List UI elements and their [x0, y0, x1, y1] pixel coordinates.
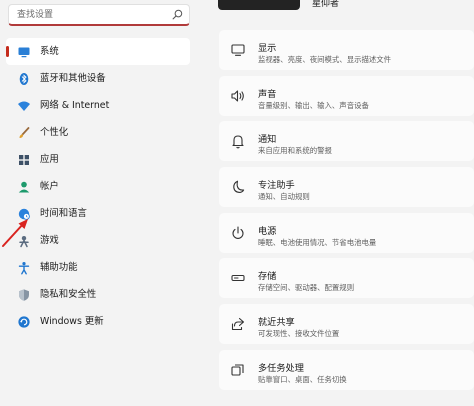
shield-icon [17, 288, 31, 302]
settings-card-sound[interactable]: 声音 音量级别、输出、输入、声音设备 [219, 75, 474, 116]
card-description: 通知、自动规则 [258, 192, 310, 202]
apps-icon [17, 153, 31, 167]
settings-card-notifications[interactable]: 通知 来自应用和系统的警报 [219, 121, 474, 162]
sidebar-item-label: 网络 & Internet [40, 99, 110, 111]
user-name: 星仰者 [312, 0, 340, 9]
bell-icon [230, 133, 246, 149]
card-title: 声音 [258, 88, 277, 100]
card-description: 来自应用和系统的警报 [258, 146, 332, 156]
settings-window: 星仰者 系统 蓝牙和其他设备 [0, 0, 474, 406]
multitask-icon [230, 362, 246, 378]
sidebar-nav: 系统 蓝牙和其他设备 网络 & Internet 个性化 应用 帐户 时间和语言… [0, 38, 200, 335]
system-settings-list: 显示 监视器、亮度、夜间模式、显示描述文件 声音 音量级别、输出、输入、声音设备… [219, 30, 474, 396]
settings-card-focus-assist[interactable]: 专注助手 通知、自动规则 [219, 167, 474, 208]
card-description: 音量级别、输出、输入、声音设备 [258, 100, 369, 110]
search-icon[interactable] [172, 9, 183, 20]
card-description: 可发现性、接收文件位置 [258, 329, 340, 339]
display-icon [230, 42, 246, 58]
speaker-icon [230, 88, 246, 104]
sidebar-item-accounts[interactable]: 帐户 [0, 173, 200, 200]
wifi-icon [17, 99, 31, 113]
brush-icon [17, 126, 31, 140]
sidebar-item-system[interactable]: 系统 [6, 38, 190, 65]
card-title: 通知 [258, 134, 277, 146]
card-title: 显示 [258, 43, 277, 54]
card-description: 贴靠窗口、桌面、任务切换 [258, 374, 347, 384]
monitor-icon [17, 45, 31, 59]
sidebar-item-label: 隐私和安全性 [40, 288, 97, 300]
moon-icon [230, 179, 246, 195]
annotation-arrow-icon [2, 219, 28, 247]
windows-update-icon [17, 315, 31, 329]
accessibility-icon [17, 261, 31, 275]
settings-card-power[interactable]: 电源 睡眠、电池使用情况、节省电池电量 [219, 212, 474, 253]
sidebar-item-bluetooth-devices[interactable]: 蓝牙和其他设备 [0, 65, 200, 92]
power-icon [230, 225, 246, 241]
card-title: 存储 [258, 271, 277, 283]
sidebar-item-windows-update[interactable]: Windows 更新 [0, 308, 200, 335]
settings-card-nearby-sharing[interactable]: 就近共享 可发现性、接收文件位置 [219, 304, 474, 345]
card-title: 就近共享 [258, 317, 295, 329]
card-description: 睡眠、电池使用情况、节省电池电量 [258, 237, 377, 247]
search-input[interactable] [9, 5, 177, 24]
sidebar-item-label: 应用 [40, 153, 59, 165]
share-icon [230, 316, 246, 332]
sidebar-item-personalization[interactable]: 个性化 [0, 119, 200, 146]
bluetooth-icon [17, 72, 31, 86]
card-title: 多任务处理 [258, 362, 304, 374]
card-title: 专注助手 [258, 180, 295, 192]
sidebar-item-label: 辅助功能 [40, 261, 78, 273]
user-avatar-banner[interactable] [218, 0, 300, 10]
sidebar-item-apps[interactable]: 应用 [0, 146, 200, 173]
sidebar-item-privacy-security[interactable]: 隐私和安全性 [0, 281, 200, 308]
sidebar-item-label: 个性化 [40, 126, 69, 138]
settings-card-display[interactable]: 显示 监视器、亮度、夜间模式、显示描述文件 [219, 30, 474, 70]
sidebar-item-label: 时间和语言 [40, 207, 87, 219]
sidebar-item-network[interactable]: 网络 & Internet [0, 92, 200, 119]
sidebar-item-accessibility[interactable]: 辅助功能 [0, 254, 200, 281]
card-description: 监视器、亮度、夜间模式、显示描述文件 [258, 55, 392, 64]
storage-icon [230, 270, 246, 286]
sidebar-item-label: Windows 更新 [40, 315, 104, 327]
sidebar-item-label: 系统 [40, 45, 59, 57]
card-title: 电源 [258, 225, 277, 237]
search-box[interactable] [8, 4, 190, 26]
sidebar-item-label: 蓝牙和其他设备 [40, 72, 106, 84]
settings-card-storage[interactable]: 存储 存储空间、驱动器、配置规则 [219, 258, 474, 299]
card-description: 存储空间、驱动器、配置规则 [258, 283, 355, 293]
sidebar-item-label: 游戏 [40, 234, 59, 246]
settings-card-multitasking[interactable]: 多任务处理 贴靠窗口、桌面、任务切换 [219, 349, 474, 390]
sidebar-item-label: 帐户 [40, 180, 59, 192]
account-icon [17, 180, 31, 194]
